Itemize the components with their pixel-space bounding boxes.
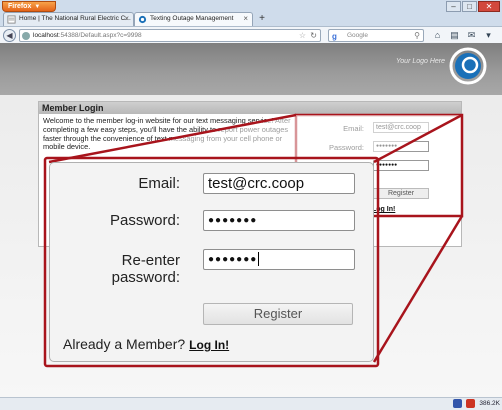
status-icons: 386.2K [449, 399, 500, 409]
navigation-bar: ◀ localhost:54388/Default.aspx?c=9998 ☆ … [0, 26, 502, 43]
site-header: Your Logo Here [0, 43, 502, 95]
bookmarks-menu-icon[interactable]: ▤ [447, 29, 462, 42]
text-caret [258, 252, 260, 267]
search-box[interactable]: g Google ⚲ [328, 29, 424, 42]
register-button[interactable]: Register [203, 303, 353, 325]
welcome-text: Welcome to the member log-in website for… [43, 116, 291, 152]
reenter-password-label: Re-enter password: [112, 252, 180, 286]
minimize-button[interactable]: – [446, 1, 461, 12]
browser-chrome: Firefox ▼ – □ ✕ Home | The National Rural… [0, 0, 502, 43]
zoomed-login-form: Email: test@crc.coop Password: ●●●●●●● R… [49, 162, 374, 362]
blocker-status-icon[interactable] [466, 399, 476, 408]
tab-label: Texting Outage Management [150, 15, 234, 22]
reenter-password-field[interactable]: ●●●●●●● [203, 249, 355, 270]
close-tab-icon[interactable]: × [243, 13, 248, 25]
page-favicon-icon [7, 15, 16, 24]
email-label: Email: [343, 124, 364, 133]
address-bar[interactable]: localhost:54388/Default.aspx?c=9998 ☆ ↻ [19, 29, 321, 42]
email-field[interactable]: test@crc.coop [373, 122, 429, 133]
reenter-password-mask: ●●●●●●● [208, 254, 258, 265]
reenter-label-line2: password: [111, 269, 180, 286]
search-icon[interactable]: ⚲ [414, 30, 420, 41]
register-button[interactable]: Register [373, 188, 429, 199]
addon-status-icon[interactable] [453, 399, 463, 408]
new-tab-button[interactable]: + [256, 13, 268, 25]
logo-text: Your Logo Here [396, 58, 446, 65]
tab-texting-outage[interactable]: Texting Outage Management × [134, 12, 253, 26]
password-field[interactable]: ●●●●●●● [373, 141, 429, 152]
home-icon[interactable]: ⌂ [430, 29, 445, 42]
google-icon: g [332, 32, 337, 41]
reenter-label-line1: Re-enter [121, 252, 180, 269]
reenter-password-field[interactable]: ●●●●●●● [373, 160, 429, 171]
reload-icon[interactable]: ↻ [310, 30, 317, 41]
email-field[interactable]: test@crc.coop [203, 173, 355, 194]
addon-icon[interactable]: ✉ [464, 29, 479, 42]
password-label: Password: [109, 212, 180, 229]
status-bar: 386.2K [0, 397, 502, 410]
tab-home[interactable]: Home | The National Rural Electric C... … [3, 12, 134, 26]
network-speed: 386.2K [479, 400, 500, 407]
bookmark-star-icon[interactable]: ☆ [299, 30, 306, 41]
search-placeholder: Google [347, 32, 368, 39]
maximize-button[interactable]: □ [462, 1, 477, 12]
login-link[interactable]: Log In! [189, 338, 229, 352]
tab-label: Home | The National Rural Electric C... [19, 15, 131, 22]
url-path: :54388/Default.aspx?c=9998 [58, 32, 142, 39]
site-identity-icon[interactable] [22, 32, 30, 40]
logo-swirl-icon [449, 47, 487, 85]
window-controls: – □ ✕ [445, 1, 500, 12]
site-favicon-icon [138, 15, 147, 24]
login-link[interactable]: Log In! [372, 206, 395, 213]
close-tab-icon[interactable]: × [124, 13, 129, 25]
already-member-row: Already a Member? Log In! [63, 336, 229, 352]
panel-title: Member Login [39, 102, 461, 114]
firefox-menu-button[interactable]: Firefox ▼ [2, 1, 56, 12]
close-window-button[interactable]: ✕ [478, 1, 500, 12]
back-arrow-icon[interactable]: ◀ [3, 29, 16, 42]
already-member-text: Already a Member? [63, 336, 186, 352]
password-field[interactable]: ●●●●●●● [203, 210, 355, 231]
downloads-icon[interactable]: ▾ [481, 29, 496, 42]
password-label: Password: [328, 143, 364, 152]
toolbar-icons: ⌂ ▤ ✉ ▾ [430, 29, 498, 42]
url-host: localhost [33, 32, 59, 39]
chevron-down-icon: ▼ [34, 4, 41, 10]
email-label: Email: [138, 175, 180, 192]
firefox-menu-label: Firefox [8, 3, 32, 10]
